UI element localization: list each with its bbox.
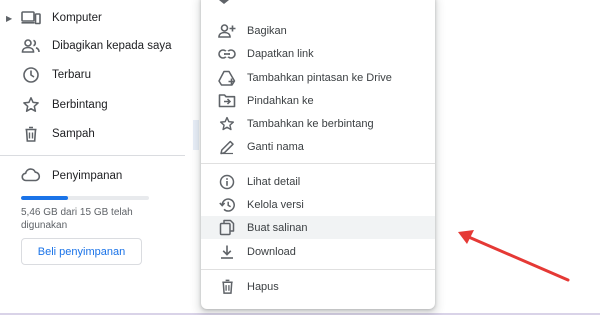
info-icon [218,173,236,191]
menu-item-add-shortcut[interactable]: Tambahkan pintasan ke Drive [201,66,435,89]
sidebar-divider [0,155,185,156]
menu-item-label: Buat salinan [247,221,308,234]
menu-item-label: Tambahkan ke berbintang [247,117,374,130]
menu-item-rename[interactable]: Ganti nama [201,135,435,158]
storage-label: Penyimpanan [52,170,123,182]
sidebar-item-komputer[interactable]: ▶ Komputer [0,4,185,32]
menu-item-label: Lihat detail [247,175,301,188]
history-icon [218,196,236,214]
trash-icon [21,124,41,144]
cloud-icon [21,168,41,182]
menu-item-label: Tambahkan pintasan ke Drive [247,71,392,84]
sidebar-item-label: Berbintang [52,99,108,111]
sidebar-item-recent[interactable]: Terbaru [0,61,185,89]
sidebar: ▶ Komputer Dibagikan kepada saya Terbaru… [0,0,185,315]
add-shortcut-icon [218,69,236,87]
clipped-icon [219,0,229,4]
computer-icon [21,8,41,28]
menu-item-get-link[interactable]: Dapatkan link [201,42,435,65]
menu-item-label: Ganti nama [247,140,304,153]
menu-item-label: Kelola versi [247,198,304,211]
sidebar-item-label: Terbaru [52,69,91,81]
menu-item-share[interactable]: Bagikan [201,19,435,42]
storage-progress-bar [21,196,149,200]
sidebar-item-label: Dibagikan kepada saya [52,40,172,52]
menu-item-download[interactable]: Download [201,240,435,263]
file-area-background [193,120,199,150]
menu-item-delete[interactable]: Hapus [201,275,435,298]
buy-storage-button[interactable]: Beli penyimpanan [21,238,142,265]
menu-item-label: Bagikan [247,24,287,37]
shared-people-icon [21,36,41,56]
menu-item-move-to[interactable]: Pindahkan ke [201,89,435,112]
copy-icon [218,219,236,237]
sidebar-item-label: Komputer [52,12,102,24]
link-icon [218,45,236,63]
menu-item-make-copy[interactable]: Buat salinan [201,216,435,239]
sidebar-item-shared[interactable]: Dibagikan kepada saya [0,32,185,60]
menu-item-add-star[interactable]: Tambahkan ke berbintang [201,112,435,135]
sidebar-item-trash[interactable]: Sampah [0,120,185,148]
sidebar-item-label: Sampah [52,128,95,140]
storage-usage-text: 5,46 GB dari 15 GB telah digunakan [21,207,133,231]
menu-item-label: Pindahkan ke [247,94,314,107]
annotation-arrow-icon [458,230,570,282]
menu-item-label: Hapus [247,280,279,293]
menu-item-label: Download [247,245,296,258]
person-add-icon [218,22,236,40]
download-icon [218,243,236,261]
storage-progress-fill [21,196,68,200]
star-outline-icon [218,115,236,133]
move-folder-icon [218,92,236,110]
sidebar-item-starred[interactable]: Berbintang [0,91,185,119]
menu-item-manage-versions[interactable]: Kelola versi [201,193,435,216]
star-icon [21,95,41,115]
menu-item-label: Dapatkan link [247,47,314,60]
context-menu: Bagikan Dapatkan link Tambahkan pintasan… [201,0,435,309]
pencil-icon [218,138,236,156]
storage-link[interactable]: Penyimpanan [21,166,181,186]
clock-icon [21,65,41,85]
caret-right-icon[interactable]: ▶ [6,14,14,23]
trash-icon [218,278,236,296]
menu-item-view-details[interactable]: Lihat detail [201,170,435,193]
menu-divider [201,269,435,270]
menu-divider [201,163,435,164]
